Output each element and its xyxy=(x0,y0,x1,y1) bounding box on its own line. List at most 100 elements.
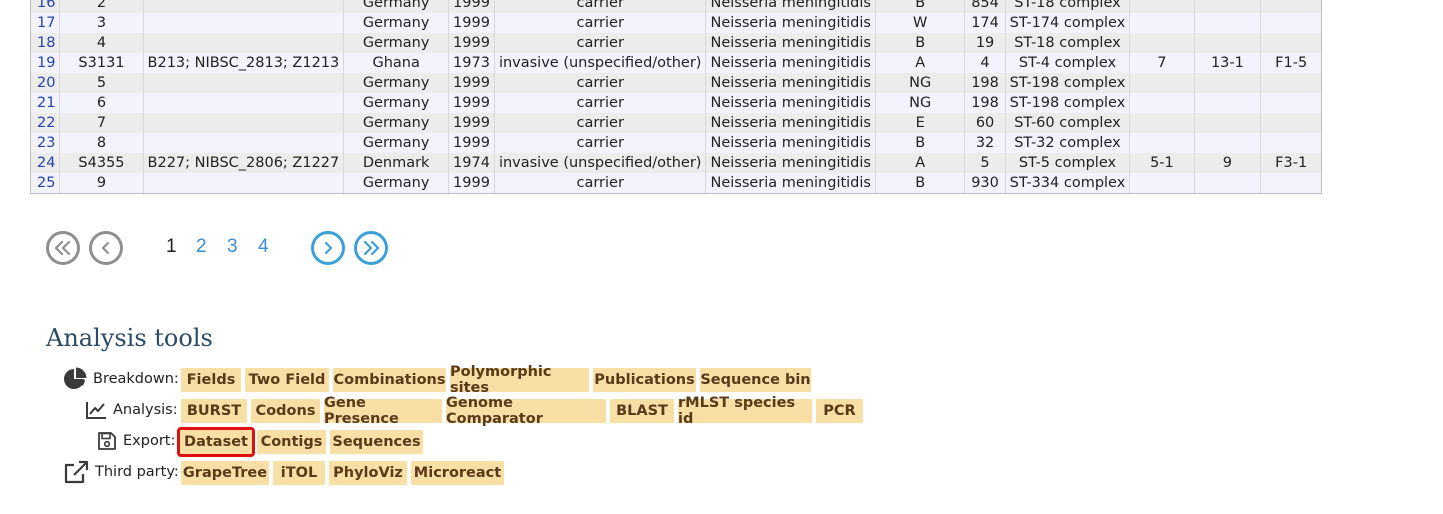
pora-vr2-cell xyxy=(1194,33,1262,53)
isolate-cell: 2 xyxy=(59,0,144,13)
disease-cell: carrier xyxy=(494,73,707,93)
page-3-link[interactable]: 3 xyxy=(227,235,238,259)
feta-vr-cell xyxy=(1261,33,1321,53)
pora-vr2-cell xyxy=(1194,93,1262,113)
country-cell: Germany xyxy=(343,113,450,133)
page-2-link[interactable]: 2 xyxy=(196,235,207,259)
isolate-cell: S3131 xyxy=(59,53,144,73)
st-cell: 854 xyxy=(964,0,1006,13)
page-1-current: 1 xyxy=(166,236,177,257)
isolate-id-link[interactable]: 21 xyxy=(37,95,55,111)
next-page-button[interactable] xyxy=(311,231,345,265)
disease-cell: invasive (unspecified/other) xyxy=(494,153,707,173)
pcr-button[interactable]: PCR xyxy=(816,399,863,423)
analysis-label-group: Analysis: xyxy=(85,397,178,423)
polymorphic-sites-button[interactable]: Polymorphic sites xyxy=(450,364,589,396)
feta-vr-cell xyxy=(1261,13,1321,33)
pora-vr2-cell xyxy=(1194,73,1262,93)
year-cell: 1999 xyxy=(448,113,495,133)
table-row: 24 S4355 B227; NIBSC_2806; Z1227 Denmark 197… xyxy=(31,153,1321,173)
id-cell: 20 xyxy=(31,73,61,93)
country-cell: Ghana xyxy=(343,53,450,73)
analysis-label: Analysis: xyxy=(113,402,178,418)
isolate-id-link[interactable]: 20 xyxy=(37,75,55,91)
fields-button[interactable]: Fields xyxy=(181,368,241,392)
country-cell: Germany xyxy=(343,73,450,93)
gene-presence-button[interactable]: Gene Presence xyxy=(324,395,442,427)
grapetree-button[interactable]: GrapeTree xyxy=(181,461,269,485)
rmlst-species-id-button[interactable]: rMLST species id xyxy=(678,395,812,427)
pora-vr1-cell: 7 xyxy=(1129,53,1195,73)
capsule-group-cell: B xyxy=(875,133,966,153)
isolate-id-link[interactable]: 17 xyxy=(37,15,55,31)
two-field-button[interactable]: Two Field xyxy=(245,368,329,392)
pora-vr2-cell xyxy=(1194,0,1262,13)
contigs-button[interactable]: Contigs xyxy=(257,430,326,454)
id-cell: 23 xyxy=(31,133,61,153)
aliases-cell xyxy=(143,173,345,193)
aliases-cell xyxy=(143,113,345,133)
st-cell: 19 xyxy=(964,33,1006,53)
isolate-id-link[interactable]: 19 xyxy=(37,55,55,71)
export-label: Export: xyxy=(123,433,176,449)
pora-vr1-cell xyxy=(1129,13,1195,33)
id-cell: 16 xyxy=(31,0,61,13)
country-cell: Germany xyxy=(343,33,450,53)
clonal-complex-cell: ST-334 complex xyxy=(1005,173,1131,193)
itol-button[interactable]: iTOL xyxy=(273,461,325,485)
feta-vr-cell xyxy=(1261,133,1321,153)
disease-cell: carrier xyxy=(494,173,707,193)
phyloviz-button[interactable]: PhyloViz xyxy=(329,461,407,485)
isolate-id-link[interactable]: 25 xyxy=(37,175,55,191)
clonal-complex-cell: ST-32 complex xyxy=(1005,133,1131,153)
table-row: 21 6 Germany 1999 carrier Neisseria meningiti… xyxy=(31,93,1321,113)
table-row: 18 4 Germany 1999 carrier Neisseria meningiti… xyxy=(31,33,1321,53)
st-cell: 174 xyxy=(964,13,1006,33)
isolate-id-link[interactable]: 22 xyxy=(37,115,55,131)
sequence-bin-button[interactable]: Sequence bin xyxy=(700,368,811,392)
isolate-cell: 6 xyxy=(59,93,144,113)
isolate-cell: 4 xyxy=(59,33,144,53)
st-cell: 198 xyxy=(964,93,1006,113)
microreact-button[interactable]: Microreact xyxy=(411,461,504,485)
burst-button[interactable]: BURST xyxy=(181,399,247,423)
id-cell: 21 xyxy=(31,93,61,113)
breakdown-label: Breakdown: xyxy=(93,371,179,387)
page-4-link[interactable]: 4 xyxy=(258,235,269,259)
double-chevron-left-icon xyxy=(54,240,71,256)
country-cell: Germany xyxy=(343,133,450,153)
feta-vr-cell xyxy=(1261,113,1321,133)
isolate-id-link[interactable]: 24 xyxy=(37,155,55,171)
feta-vr-cell: F1-5 xyxy=(1275,55,1308,71)
country-cell: Germany xyxy=(343,0,450,13)
isolate-id-link[interactable]: 23 xyxy=(37,135,55,151)
table-row: 19 S3131 B213; NIBSC_2813; Z1213 Ghana 1973 i… xyxy=(31,53,1321,73)
breakdown-row: Breakdown: Fields Two Field Combinations… xyxy=(0,364,1443,396)
isolate-cell: 3 xyxy=(59,13,144,33)
country-cell: Germany xyxy=(343,13,450,33)
pora-vr1-cell xyxy=(1129,0,1195,13)
breakdown-label-group: Breakdown: xyxy=(63,366,179,392)
species-cell: Neisseria meningitidis xyxy=(705,153,876,173)
publications-button[interactable]: Publications xyxy=(593,368,696,392)
sequences-button[interactable]: Sequences xyxy=(330,430,423,454)
previous-page-button[interactable] xyxy=(89,231,123,265)
genome-comparator-button[interactable]: Genome Comparator xyxy=(446,395,606,427)
last-page-button[interactable] xyxy=(354,231,388,265)
first-page-button[interactable] xyxy=(46,231,80,265)
year-cell: 1973 xyxy=(448,53,495,73)
dataset-button[interactable]: Dataset xyxy=(177,427,255,457)
species-cell: Neisseria meningitidis xyxy=(705,133,876,153)
table-row: 20 5 Germany 1999 carrier Neisseria meningiti… xyxy=(31,73,1321,93)
isolates-table-container: 16 2 Germany 1999 carrier Neisseria meningiti… xyxy=(30,0,1322,194)
blast-button[interactable]: BLAST xyxy=(610,399,674,423)
combinations-button[interactable]: Combinations xyxy=(333,368,446,392)
codons-button[interactable]: Codons xyxy=(251,399,320,423)
isolate-id-link[interactable]: 16 xyxy=(37,0,55,11)
capsule-group-cell: E xyxy=(875,113,966,133)
isolate-id-link[interactable]: 18 xyxy=(37,35,55,51)
pora-vr2-cell xyxy=(1194,173,1262,193)
isolates-table: 16 2 Germany 1999 carrier Neisseria meningiti… xyxy=(31,0,1321,193)
id-cell: 22 xyxy=(31,113,61,133)
st-cell: 4 xyxy=(964,53,1006,73)
